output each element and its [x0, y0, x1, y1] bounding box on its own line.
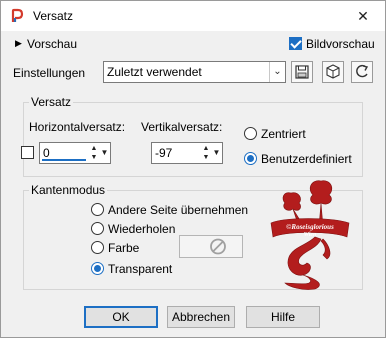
- window-title: Versatz: [33, 9, 74, 23]
- chevron-down-icon[interactable]: ▼: [212, 148, 221, 157]
- app-logo-icon: [9, 8, 25, 24]
- horizontal-offset-highlight: [42, 159, 86, 161]
- reset-button[interactable]: [351, 61, 373, 83]
- image-preview-label: Bildvorschau: [306, 37, 375, 51]
- vertical-offset-value: -97: [155, 146, 173, 160]
- vertical-offset-field[interactable]: -97 ▲ ▼ ▼: [151, 142, 223, 164]
- image-preview-checkbox[interactable]: [289, 37, 302, 50]
- vertical-offset-label: Vertikalversatz:: [141, 120, 223, 134]
- reset-arrow-icon: [356, 64, 369, 78]
- chevron-down-icon: ⌄: [269, 62, 285, 82]
- expand-arrow-icon[interactable]: ▶: [15, 38, 22, 49]
- offset-group-title: Versatz: [29, 95, 74, 109]
- close-icon[interactable]: ✕: [353, 7, 373, 25]
- edge-wrap-radio[interactable]: [91, 203, 104, 216]
- horizontal-offset-value: 0: [43, 146, 50, 160]
- dialog-window: Versatz ✕ ▶ Vorschau Bildvorschau Einste…: [0, 0, 386, 338]
- settings-label: Einstellungen: [13, 66, 86, 80]
- settings-dropdown[interactable]: Zuletzt verwendet ⌄: [103, 61, 286, 83]
- centered-radio[interactable]: [244, 127, 257, 140]
- edge-color-radio[interactable]: [91, 241, 104, 254]
- centered-label: Zentriert: [261, 127, 306, 141]
- floppy-disk-icon: [295, 65, 309, 79]
- spin-updown-icon[interactable]: ▲ ▼: [89, 144, 99, 163]
- svg-text:Wien: Wien: [304, 232, 317, 238]
- watermark-rose-logo: ©Roseisglorious Wien: [270, 180, 350, 290]
- horizontal-offset-field[interactable]: 0 ▲ ▼ ▼: [39, 142, 111, 164]
- edge-repeat-label: Wiederholen: [108, 222, 176, 236]
- spin-updown-icon[interactable]: ▲ ▼: [201, 144, 211, 163]
- edge-wrap-label: Andere Seite übernehmen: [108, 203, 249, 217]
- edge-transparent-label: Transparent: [108, 262, 173, 276]
- preview-toggle[interactable]: Vorschau: [27, 37, 77, 51]
- edge-mode-group-title: Kantenmodus: [29, 183, 108, 197]
- link-offsets-checkbox[interactable]: [21, 146, 34, 159]
- title-bar: Versatz ✕: [1, 1, 385, 31]
- chevron-down-icon[interactable]: ▼: [100, 148, 109, 157]
- cube-icon: [326, 64, 340, 79]
- edge-transparent-radio[interactable]: [91, 262, 104, 275]
- edge-color-swatch[interactable]: [179, 235, 243, 258]
- save-preset-button[interactable]: [291, 61, 313, 83]
- manage-presets-button[interactable]: [322, 61, 344, 83]
- cancel-button[interactable]: Abbrechen: [167, 306, 235, 328]
- edge-color-label: Farbe: [108, 241, 140, 255]
- ok-button[interactable]: OK: [84, 306, 158, 328]
- custom-radio[interactable]: [244, 152, 257, 165]
- help-button[interactable]: Hilfe: [246, 306, 320, 328]
- watermark-text: ©Roseisglorious: [286, 223, 334, 231]
- horizontal-offset-label: Horizontalversatz:: [29, 120, 126, 134]
- custom-label: Benutzerdefiniert: [261, 152, 352, 166]
- no-color-icon: [210, 238, 226, 255]
- edge-repeat-radio[interactable]: [91, 222, 104, 235]
- settings-dropdown-value: Zuletzt verwendet: [107, 65, 202, 79]
